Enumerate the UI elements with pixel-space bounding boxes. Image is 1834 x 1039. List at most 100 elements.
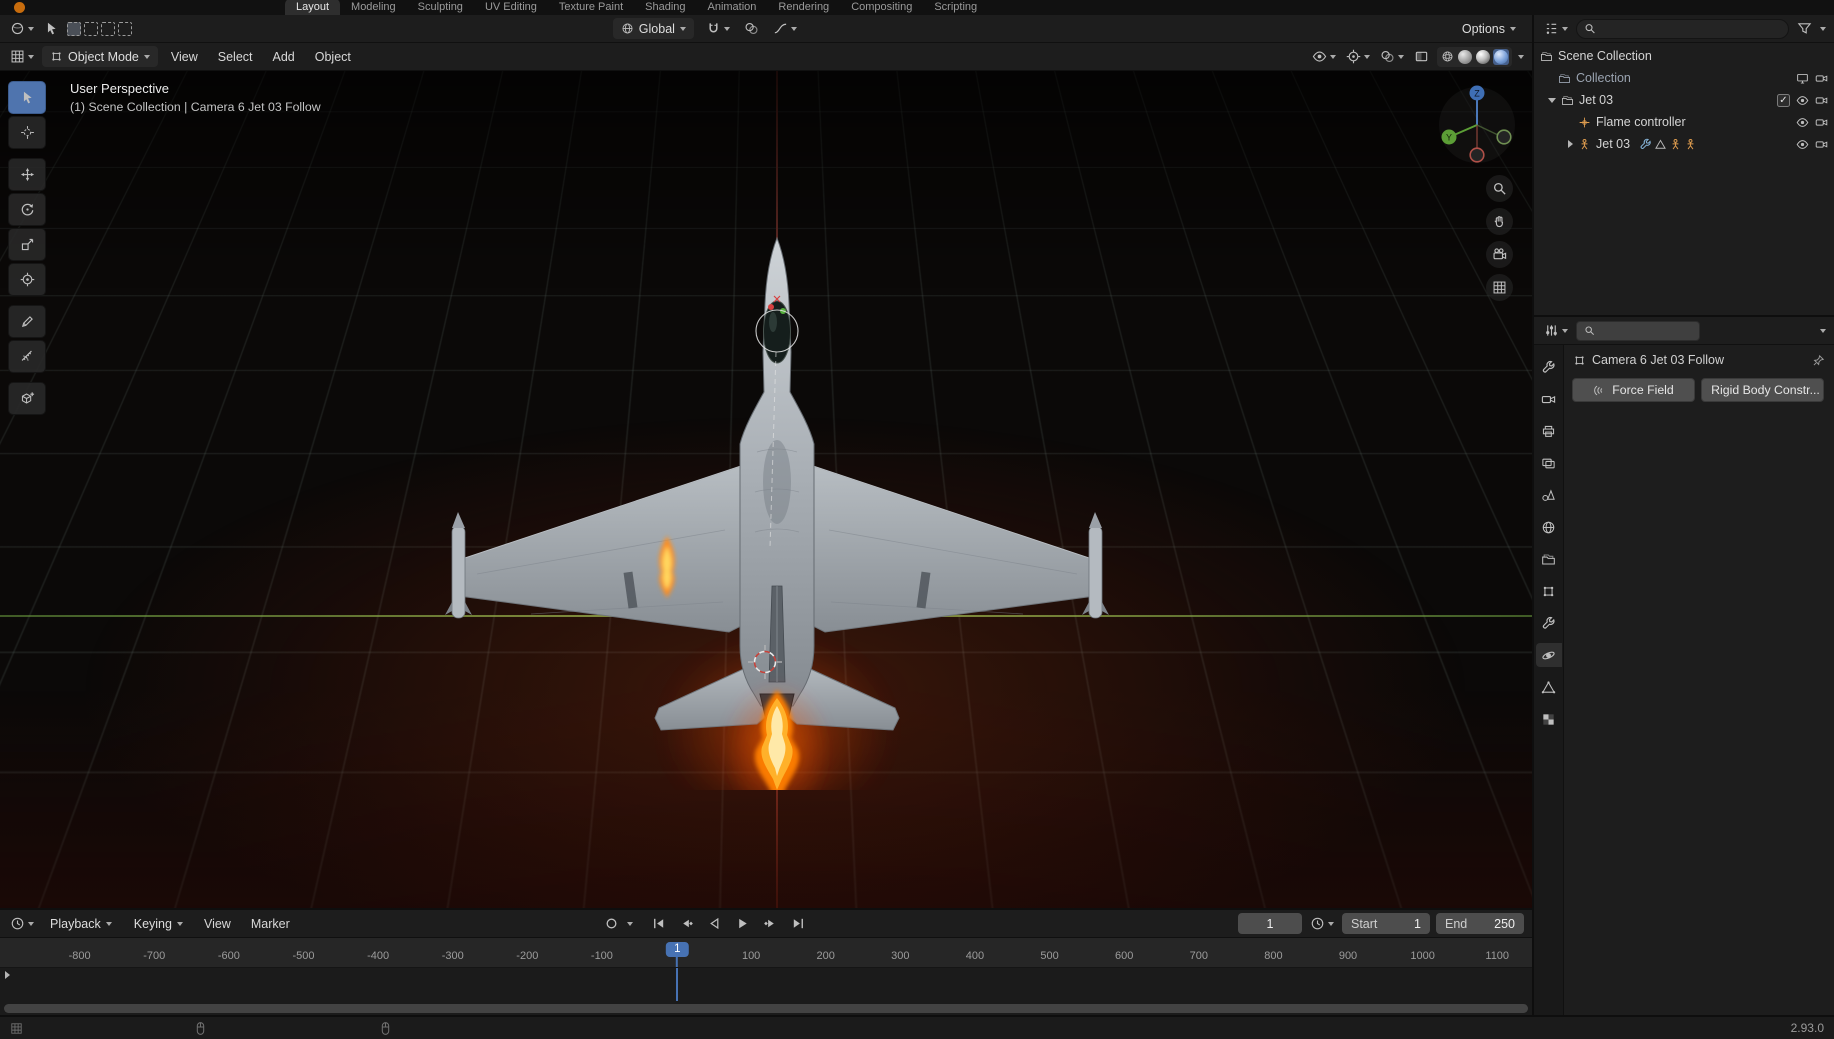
pan-hand-button[interactable] (1486, 208, 1513, 235)
play-reverse-button[interactable] (702, 913, 727, 934)
outliner-row-scene-collection[interactable]: Scene Collection (1534, 45, 1834, 67)
outliner-row-jet03-object[interactable]: Jet 03 (1534, 133, 1834, 155)
workspace-tab-uv-editing[interactable]: UV Editing (474, 0, 548, 15)
playback-sync-dropdown[interactable] (1308, 914, 1336, 933)
proportional-edit-icon[interactable] (742, 19, 761, 38)
timeline-marker-menu[interactable]: Marker (244, 917, 297, 931)
add-cube-tool[interactable] (8, 382, 46, 415)
tab-scene[interactable] (1536, 483, 1562, 507)
current-frame-field[interactable]: 1 (1238, 913, 1302, 934)
tab-physics[interactable] (1536, 643, 1562, 667)
rigid-body-constraint-button[interactable]: Rigid Body Constr... (1701, 378, 1824, 402)
workspace-tab-texture-paint[interactable]: Texture Paint (548, 0, 634, 15)
gizmo-neg-x-axis[interactable] (1470, 148, 1484, 162)
tab-object[interactable] (1536, 579, 1562, 603)
tab-output[interactable] (1536, 419, 1562, 443)
transform-tool[interactable] (8, 263, 46, 296)
chevron-down-icon[interactable] (1820, 27, 1826, 31)
playback-dropdown[interactable]: Playback (42, 913, 120, 934)
mode-dropdown[interactable]: Object Mode (42, 46, 158, 67)
tab-tool[interactable] (1536, 355, 1562, 379)
next-keyframe-button[interactable] (758, 913, 783, 934)
chevron-down-icon[interactable] (1820, 329, 1826, 333)
timeline-view-menu[interactable]: View (197, 917, 238, 931)
viewport-editor-type-dropdown[interactable] (8, 47, 36, 66)
show-overlays-toggle[interactable] (1378, 47, 1406, 66)
channel-expander-icon[interactable] (5, 971, 10, 979)
tab-modifiers[interactable] (1536, 611, 1562, 635)
tab-collection[interactable] (1536, 547, 1562, 571)
select-mode-subtract-icon[interactable] (101, 22, 115, 36)
properties-editor-type-dropdown[interactable] (1542, 321, 1570, 340)
shading-rendered-button[interactable] (1493, 49, 1509, 65)
tab-view-layer[interactable] (1536, 451, 1562, 475)
tab-world[interactable] (1536, 515, 1562, 539)
rotate-tool[interactable] (8, 193, 46, 226)
camera-icon[interactable] (1815, 116, 1828, 129)
shading-solid-button[interactable] (1457, 49, 1473, 65)
camera-icon[interactable] (1815, 138, 1828, 151)
transform-orientation-dropdown[interactable]: Global (613, 18, 694, 39)
camera-icon[interactable] (1815, 72, 1828, 85)
workspace-tab-sculpting[interactable]: Sculpting (407, 0, 474, 15)
shading-material-button[interactable] (1475, 49, 1491, 65)
expand-icon[interactable] (1568, 140, 1573, 148)
annotate-tool[interactable] (8, 305, 46, 338)
select-mode-extend-icon[interactable] (84, 22, 98, 36)
timeline-scrollbar[interactable] (4, 1004, 1528, 1013)
keying-dropdown[interactable]: Keying (126, 913, 191, 934)
proportional-falloff-icon[interactable] (771, 19, 799, 38)
camera-view-button[interactable] (1486, 241, 1513, 268)
timeline-ruler[interactable]: 1 -800 -700 -600 -500 -400 -300 -200 -100 100 200… (0, 938, 1532, 968)
blender-logo-icon[interactable] (14, 2, 25, 13)
outliner-editor-type-dropdown[interactable] (1542, 19, 1570, 38)
view-menu[interactable]: View (164, 50, 205, 64)
select-mode-set-icon[interactable] (67, 22, 81, 36)
shading-wireframe-button[interactable] (1440, 49, 1455, 64)
filter-icon[interactable] (1795, 19, 1814, 38)
outliner-search[interactable] (1576, 19, 1789, 39)
workspace-tab-scripting[interactable]: Scripting (923, 0, 988, 15)
eye-icon[interactable] (1796, 116, 1809, 129)
expand-icon[interactable] (1548, 98, 1556, 103)
force-field-button[interactable]: Force Field (1572, 378, 1695, 402)
add-menu[interactable]: Add (266, 50, 302, 64)
pin-icon[interactable] (1812, 354, 1825, 367)
properties-search-input[interactable] (1600, 323, 1692, 339)
move-tool[interactable] (8, 158, 46, 191)
xray-toggle[interactable] (1412, 47, 1431, 66)
outliner-row-flame-controller[interactable]: Flame controller (1534, 111, 1834, 133)
options-dropdown[interactable]: Options (1454, 18, 1524, 39)
jump-to-start-button[interactable] (646, 913, 671, 934)
select-mode-intersect-icon[interactable] (118, 22, 132, 36)
scale-tool[interactable] (8, 228, 46, 261)
zoom-button[interactable] (1486, 175, 1513, 202)
eye-icon[interactable] (1796, 94, 1809, 107)
camera-icon[interactable] (1815, 94, 1828, 107)
prev-keyframe-button[interactable] (674, 913, 699, 934)
frame-start-field[interactable]: Start 1 (1342, 913, 1430, 934)
editor-type-dropdown[interactable] (8, 19, 36, 38)
measure-tool[interactable] (8, 340, 46, 373)
workspace-tab-compositing[interactable]: Compositing (840, 0, 923, 15)
snap-magnet-icon[interactable] (704, 19, 732, 38)
outliner-row-jet03-collection[interactable]: Jet 03 ✓ (1534, 89, 1834, 111)
object-visibility-dropdown[interactable] (1310, 47, 1338, 66)
outliner-search-input[interactable] (1601, 21, 1781, 37)
show-gizmo-toggle[interactable] (1344, 47, 1372, 66)
viewport-3d[interactable]: User Perspective (1) Scene Collection | … (0, 71, 1532, 908)
object-menu[interactable]: Object (308, 50, 358, 64)
workspace-tab-layout[interactable]: Layout (285, 0, 340, 15)
tab-texture[interactable] (1536, 707, 1562, 731)
timeline-track[interactable] (0, 968, 1532, 1015)
current-frame-badge[interactable]: 1 (666, 942, 688, 957)
navigation-gizmo[interactable]: Z Y (1434, 79, 1520, 165)
workspace-tab-animation[interactable]: Animation (697, 0, 768, 15)
tab-object-data[interactable] (1536, 675, 1562, 699)
properties-search[interactable] (1576, 321, 1700, 341)
gizmo-neg-y-axis[interactable] (1497, 130, 1511, 144)
select-menu[interactable]: Select (211, 50, 260, 64)
shading-dropdown-icon[interactable] (1518, 55, 1524, 59)
play-button[interactable] (730, 913, 755, 934)
jump-to-end-button[interactable] (786, 913, 811, 934)
